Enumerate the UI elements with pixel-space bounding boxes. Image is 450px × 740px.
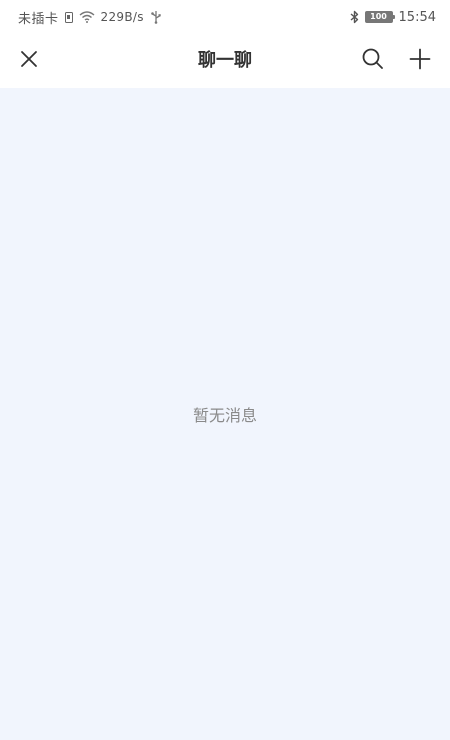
- add-button[interactable]: [405, 46, 435, 76]
- status-bar-left: 未插卡 229B/s: [18, 8, 162, 27]
- search-button[interactable]: [358, 46, 388, 76]
- carrier-label: 未插卡: [18, 11, 59, 27]
- top-nav-bar: 聊一聊: [0, 34, 450, 88]
- chat-screen: 未插卡 229B/s 100 15:54 聊一聊 暂无消息: [0, 0, 450, 740]
- plus-icon: [409, 48, 431, 74]
- clock: 15:54: [398, 9, 436, 25]
- usb-icon: [150, 10, 162, 24]
- wifi-icon: [79, 11, 95, 23]
- search-icon: [361, 47, 385, 75]
- sim-icon: [64, 11, 73, 23]
- network-speed: 229B/s: [100, 10, 144, 24]
- message-list-area: 暂无消息: [0, 88, 450, 740]
- battery-icon: 100: [364, 11, 395, 23]
- status-bar: 未插卡 229B/s 100 15:54: [0, 0, 450, 34]
- bluetooth-icon: [350, 10, 359, 24]
- empty-state-message: 暂无消息: [192, 406, 257, 425]
- status-bar-right: 100 15:54: [350, 10, 436, 25]
